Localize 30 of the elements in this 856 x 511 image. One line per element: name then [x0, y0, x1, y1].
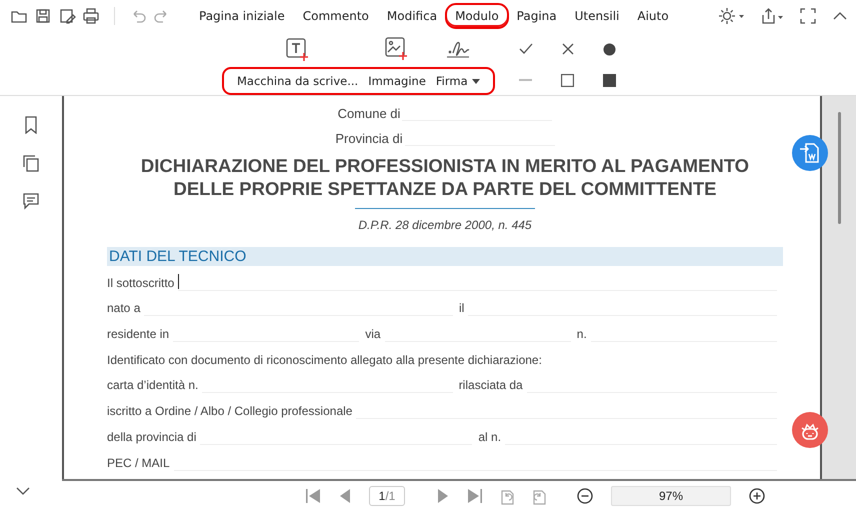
- tool-button[interactable]: Firma: [430, 72, 485, 90]
- document-title: DICHIARAZIONE DEL PROFESSIONISTA IN MERITO AL PAGAMENTO DELLE PROPRIE SPETTANZE DA PARTE DEL COMMITTENTE: [140, 154, 750, 200]
- field-label: residente in: [107, 327, 170, 344]
- section-heading: DATI DEL TECNICO: [107, 247, 783, 266]
- field-label: n.: [576, 327, 587, 344]
- tool-button[interactable]: Macchina da scrive...: [232, 72, 364, 90]
- field-label: al n.: [478, 430, 502, 446]
- menu-tab[interactable]: Modulo: [447, 5, 507, 27]
- document-subtitle: D.P.R. 28 dicembre 2000, n. 445: [357, 218, 533, 232]
- zoom-field[interactable]: 97%: [611, 486, 731, 506]
- field-label: rilasciata da: [458, 378, 523, 394]
- field-label: della provincia di: [107, 430, 196, 446]
- field-label: Provincia di: [335, 131, 403, 146]
- field-label: Identificato con documento di riconoscimento allegato alla presente dichiarazione:: [107, 352, 542, 369]
- field-label: carta d’identità n.: [107, 378, 198, 394]
- field-label: Comune di: [338, 106, 400, 121]
- field-label: Il sottoscritto: [107, 276, 174, 292]
- menu-tab[interactable]: Pagina iniziale: [191, 5, 293, 27]
- field-label: PEC / MAIL: [107, 456, 170, 472]
- tool-button[interactable]: Immagine: [363, 72, 431, 90]
- menu-tab[interactable]: Aiuto: [629, 5, 677, 27]
- field-label: nato a: [107, 301, 140, 318]
- menu-tab[interactable]: Utensili: [566, 5, 628, 27]
- menu-tab[interactable]: Pagina: [508, 5, 565, 27]
- field-label: il: [459, 301, 464, 318]
- menu-tab[interactable]: Commento: [294, 5, 377, 27]
- field-label: iscritto a Ordine / Albo / Collegio professionale: [107, 404, 352, 420]
- page-number-field[interactable]: 1/1: [369, 486, 405, 506]
- menu-tab[interactable]: Modifica: [378, 5, 446, 27]
- field-label: via: [365, 327, 381, 344]
